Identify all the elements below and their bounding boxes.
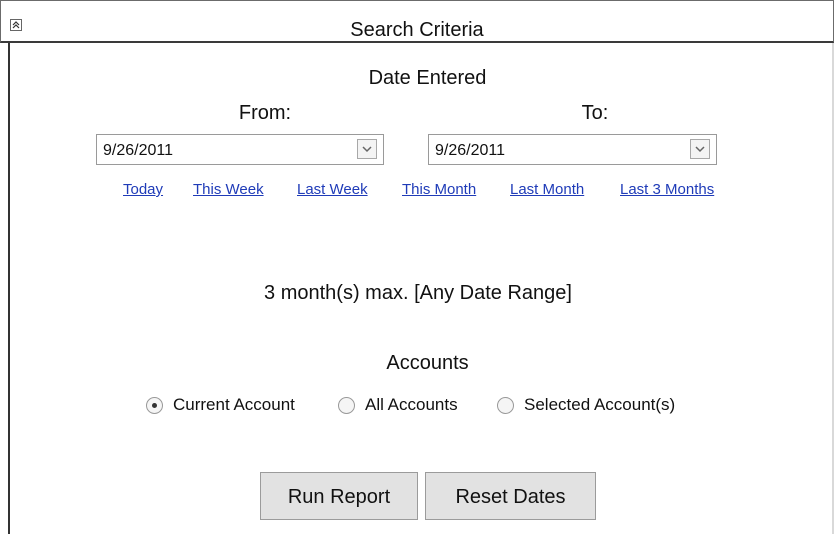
- selected-accounts-label: Selected Account(s): [524, 395, 676, 414]
- run-report-button[interactable]: Run Report: [260, 472, 418, 520]
- search-criteria-panel: Search Criteria Date Entered From: To: 9…: [0, 0, 836, 534]
- quick-date-links: Today This Week Last Week This Month Las…: [0, 181, 836, 201]
- current-account-radio[interactable]: [146, 396, 163, 414]
- this-week-link[interactable]: This Week: [193, 181, 264, 198]
- panel-title: Search Criteria: [350, 19, 484, 41]
- panel-left-border: [8, 43, 10, 534]
- last-week-link[interactable]: Last Week: [297, 181, 368, 198]
- this-month-link[interactable]: This Month: [402, 181, 476, 198]
- panel-right-border: [832, 43, 834, 534]
- last-3-months-link[interactable]: Last 3 Months: [620, 181, 714, 198]
- current-account-label: Current Account: [173, 395, 295, 414]
- to-date-select[interactable]: 9/26/2011: [428, 134, 717, 165]
- to-date-label: To:: [581, 102, 609, 124]
- all-accounts-option[interactable]: All Accounts: [338, 392, 458, 418]
- current-account-option[interactable]: Current Account: [146, 392, 295, 418]
- selected-accounts-radio[interactable]: [497, 396, 514, 414]
- accounts-title: Accounts: [386, 352, 469, 374]
- reset-dates-button[interactable]: Reset Dates: [425, 472, 596, 520]
- from-dropdown-arrow-icon[interactable]: [357, 139, 377, 159]
- date-range-note: 3 month(s) max. [Any Date Range]: [264, 282, 572, 304]
- from-date-label: From:: [238, 102, 292, 124]
- to-dropdown-arrow-icon[interactable]: [690, 139, 710, 159]
- today-link[interactable]: Today: [123, 181, 163, 198]
- last-month-link[interactable]: Last Month: [510, 181, 584, 198]
- all-accounts-radio[interactable]: [338, 396, 355, 414]
- panel-header: Search Criteria: [0, 0, 834, 43]
- from-date-select[interactable]: 9/26/2011: [96, 134, 384, 165]
- from-date-value: 9/26/2011: [103, 142, 173, 159]
- accounts-radio-group: Current Account All Accounts Selected Ac…: [0, 392, 836, 418]
- date-section-title: Date Entered: [368, 67, 487, 89]
- all-accounts-label: All Accounts: [365, 395, 458, 414]
- to-date-value: 9/26/2011: [435, 142, 505, 159]
- selected-accounts-option[interactable]: Selected Account(s): [497, 392, 675, 418]
